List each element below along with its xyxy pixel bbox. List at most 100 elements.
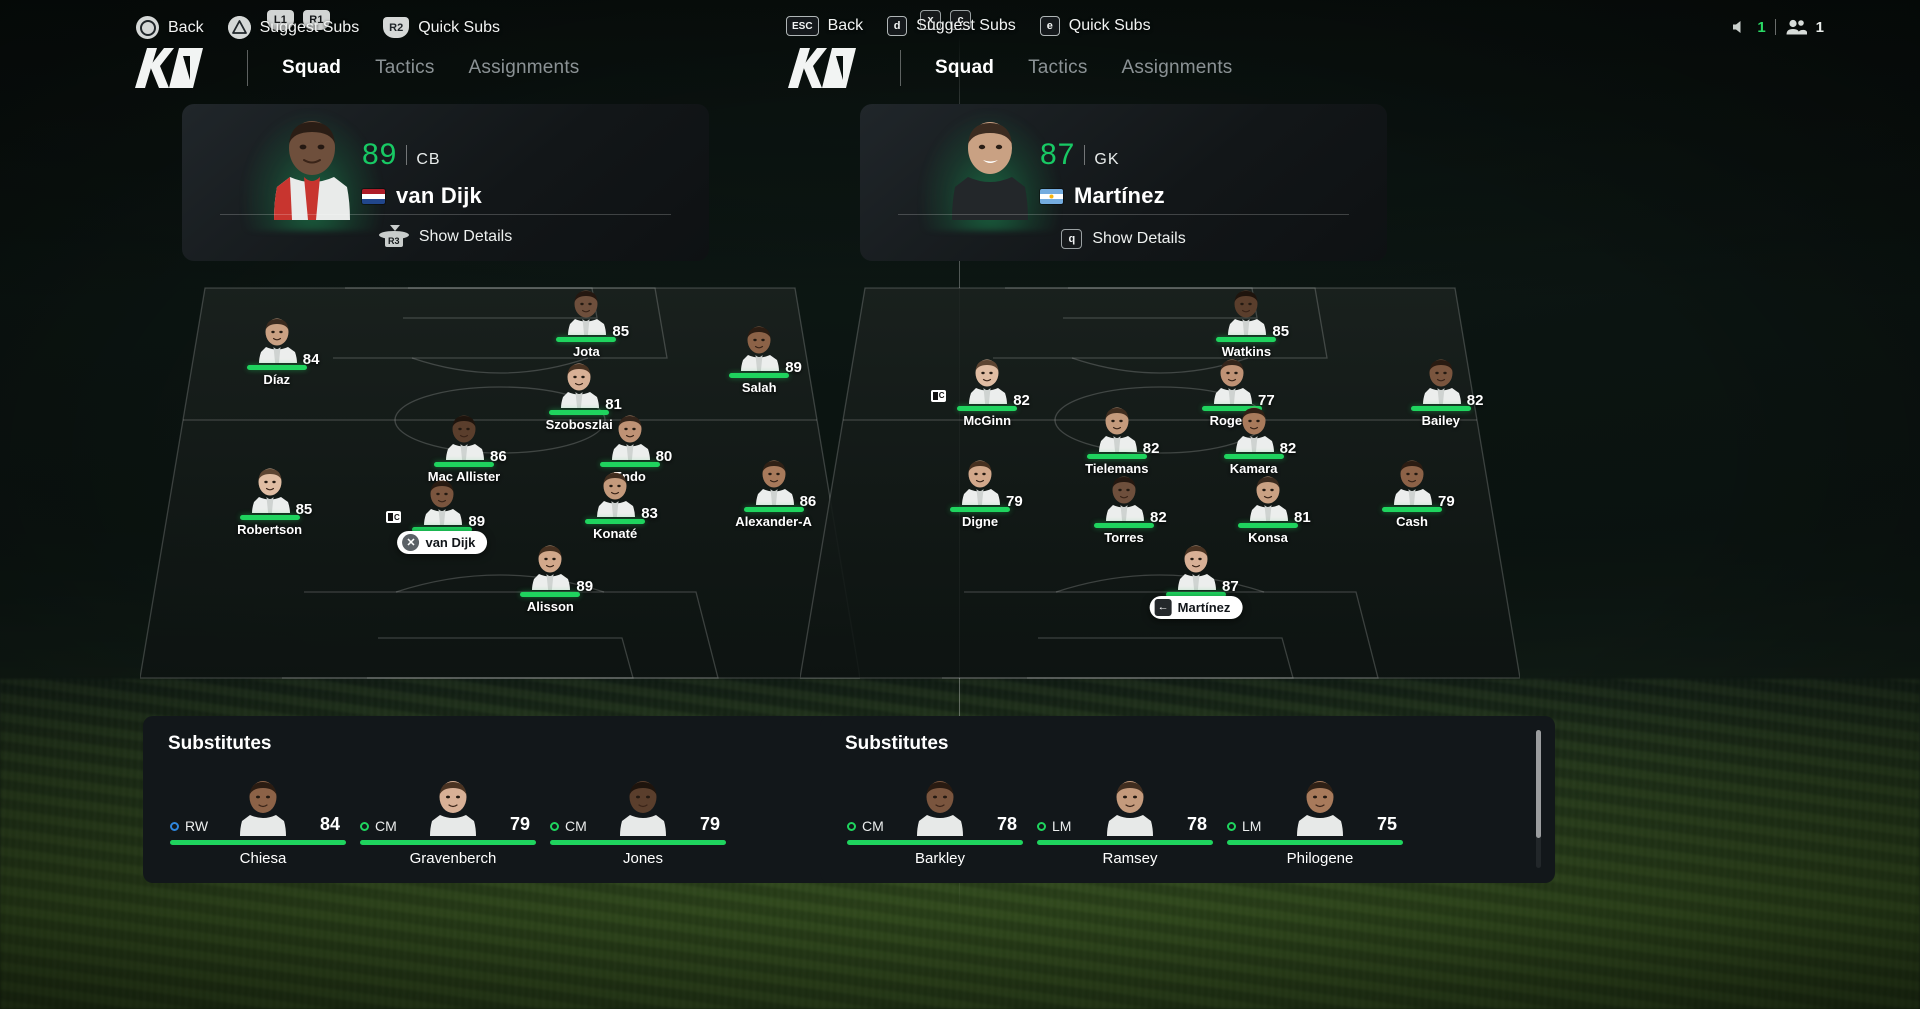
substitute-position-row: CM (847, 818, 884, 834)
stamina-bar (1382, 506, 1442, 512)
substitute-position-row: RW (170, 818, 208, 834)
player-face (736, 321, 782, 372)
show-details-label: Show Details (1092, 230, 1186, 247)
substitute-card[interactable]: CM 79 Gravenberch (358, 778, 548, 874)
suggest-subs-button[interactable]: d Suggest Subs (887, 16, 1016, 36)
player-position: CB (416, 151, 441, 168)
player-face (607, 410, 653, 461)
substitute-name: Chiesa (239, 850, 287, 867)
left-header: Squad Tactics Assignments (133, 46, 580, 90)
player-face (527, 540, 573, 590)
left-player-detail-card[interactable]: 89 CB van Dijk R3 Show Details (182, 104, 709, 261)
tab-assignments[interactable]: Assignments (469, 57, 580, 79)
substitutes-scrollbar-thumb[interactable] (1536, 730, 1541, 838)
player-face (556, 358, 602, 408)
right-stick-icon: R3 (378, 225, 409, 249)
rating-divider (1084, 145, 1086, 165)
substitute-position-row: CM (550, 818, 587, 834)
back-button[interactable]: Back (136, 16, 204, 39)
back-button[interactable]: ESC Back (786, 16, 863, 36)
tab-squad[interactable]: Squad (282, 57, 341, 79)
substitute-stamina-bar (360, 840, 536, 845)
r2-trigger-icon: R2 (383, 17, 410, 38)
speaker-icon (1733, 21, 1741, 33)
right-player-detail-card[interactable]: 87 GK Martínez q Show Details (860, 104, 1387, 261)
substitute-card[interactable]: RW 84 Chiesa (168, 778, 358, 874)
player-face (1231, 402, 1277, 453)
stamina-bar (743, 506, 804, 512)
substitute-stamina-bar (170, 840, 346, 845)
triangle-button-icon (228, 16, 251, 39)
back-label: Back (168, 18, 204, 36)
substitute-face (1103, 774, 1157, 836)
tab-tactics[interactable]: Tactics (375, 57, 434, 79)
tab-squad[interactable]: Squad (935, 57, 994, 79)
people-icon (1786, 19, 1807, 35)
captain-armband-icon: C (386, 511, 402, 524)
stamina-bar (549, 409, 610, 415)
squad-screen: L1 R1 Squad Tactics Assignments 89 CB va… (0, 0, 1920, 1009)
status-indicators: 1 1 (1730, 18, 1824, 36)
substitute-position: CM (375, 818, 397, 834)
tab-tactics[interactable]: Tactics (1028, 57, 1087, 79)
player-name: van Dijk (396, 183, 482, 208)
substitute-name: Philogene (1286, 850, 1354, 867)
quick-subs-button[interactable]: R2 Quick Subs (383, 17, 500, 38)
player-name: Díaz (263, 372, 291, 388)
player-face (419, 475, 465, 526)
captain-armband-icon: C (931, 389, 947, 402)
position-dot-icon (550, 821, 559, 831)
player-face (592, 467, 638, 517)
substitute-face (236, 774, 290, 836)
player-face (254, 313, 300, 364)
left-show-details-button[interactable]: R3 Show Details (182, 225, 709, 249)
show-details-label: Show Details (418, 228, 513, 245)
tab-assignments[interactable]: Assignments (1122, 57, 1233, 79)
d-key-icon: d (887, 16, 908, 36)
header-separator (900, 50, 901, 86)
substitute-card[interactable]: LM 75 Philogene (1225, 778, 1415, 874)
player-face (751, 455, 797, 505)
substitute-card[interactable]: LM 78 Ramsey (1035, 778, 1225, 874)
position-dot-icon (170, 821, 179, 831)
left-bottom-actions: Back Suggest Subs R2 Quick Subs (136, 16, 500, 39)
chip-player-name: Martínez (1177, 599, 1231, 615)
player-face (563, 285, 609, 335)
right-substitutes-list: CM 78 Barkley LM 78 Ramsey LM 75 Philoge… (845, 778, 1525, 874)
player-face (1209, 354, 1255, 404)
player-name: Robertson (237, 521, 303, 537)
player-face (964, 354, 1010, 404)
substitute-face (913, 774, 967, 836)
substitute-position: LM (1052, 818, 1072, 834)
substitute-face (1293, 774, 1347, 836)
stamina-bar (520, 591, 581, 597)
players-value: 1 (1815, 18, 1824, 36)
substitute-rating: 78 (1186, 814, 1207, 834)
stamina-bar (957, 405, 1018, 411)
chip-glyph-icon: ✕ (402, 534, 420, 552)
right-team-panel: x c Squad Tactics Assignments 87 GK Mart… (786, 0, 1920, 1009)
status-separator (1774, 19, 1776, 35)
circle-button-icon (136, 16, 159, 39)
detail-rule (898, 214, 1349, 215)
right-bottom-actions: ESC Back d Suggest Subs e Quick Subs (786, 16, 1151, 36)
right-show-details-button[interactable]: q Show Details (860, 229, 1387, 249)
player-portrait (274, 121, 350, 220)
suggest-subs-button[interactable]: Suggest Subs (227, 16, 359, 39)
player-name: Konsa (1248, 530, 1288, 545)
chip-player-name: van Dijk (425, 535, 476, 551)
substitute-card[interactable]: CM 78 Barkley (845, 778, 1035, 874)
stamina-bar (246, 365, 307, 371)
selected-player-chip[interactable]: ✕ van Dijk (397, 531, 488, 555)
substitute-card[interactable]: CM 79 Jones (548, 778, 738, 874)
netherlands-flag-icon (362, 188, 385, 204)
quick-subs-button[interactable]: e Quick Subs (1039, 16, 1151, 36)
left-pitch: 85 Jota 84 Díaz 89 Salah 81 Szoboszlai 8… (140, 280, 860, 685)
stamina-bar (434, 462, 494, 468)
substitute-position-row: LM (1037, 818, 1071, 834)
stamina-bar (729, 373, 790, 379)
detail-rule (220, 214, 671, 215)
substitute-position-row: CM (360, 818, 397, 834)
selected-player-chip[interactable]: ← Martínez (1149, 595, 1243, 619)
player-rating: 89 (362, 138, 398, 171)
